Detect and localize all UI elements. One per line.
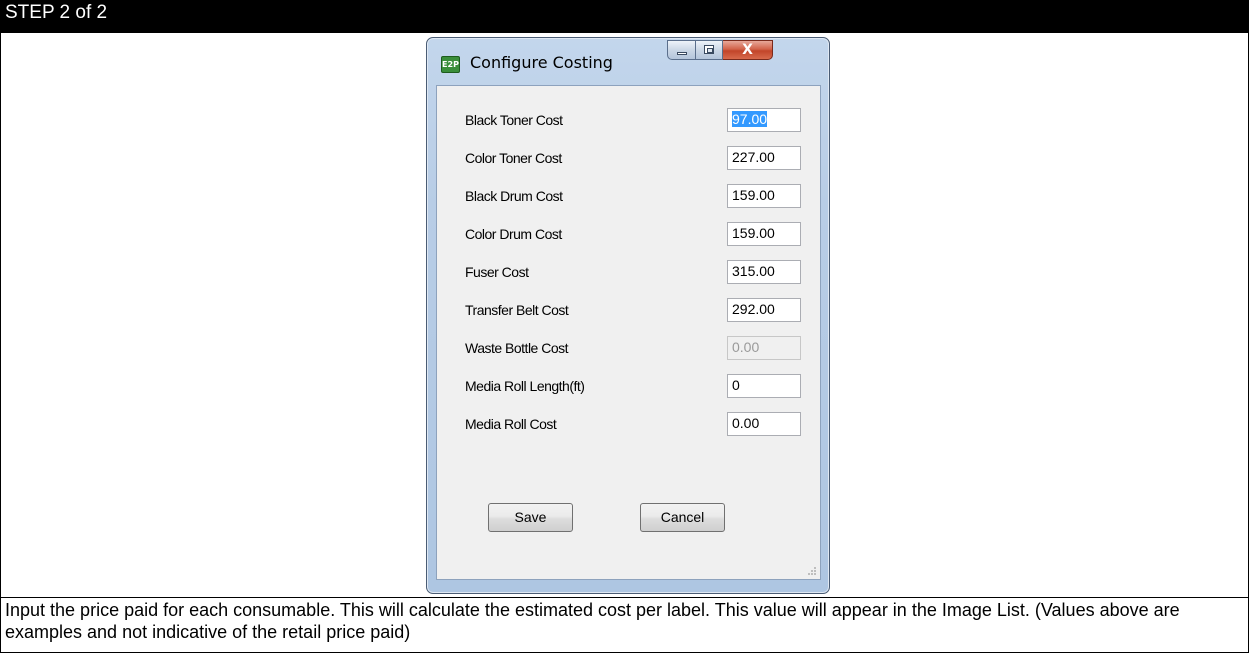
- label-media-roll-length: Media Roll Length(ft): [465, 378, 585, 394]
- resize-grip-icon[interactable]: [807, 566, 817, 576]
- minimize-icon: [677, 52, 687, 55]
- maximize-icon: [704, 45, 714, 54]
- instruction-caption: Input the price paid for each consumable…: [5, 600, 1180, 642]
- waste-bottle-cost-input: 0.00: [727, 336, 801, 360]
- label-media-roll-cost: Media Roll Cost: [465, 416, 557, 432]
- label-transfer-belt-cost: Transfer Belt Cost: [465, 302, 569, 318]
- label-black-drum-cost: Black Drum Cost: [465, 188, 563, 204]
- row-divider: [1, 597, 1249, 598]
- color-drum-cost-input[interactable]: 159.00: [727, 222, 801, 246]
- black-drum-cost-input[interactable]: 159.00: [727, 184, 801, 208]
- minimize-button[interactable]: [667, 40, 696, 60]
- close-icon: X: [742, 42, 753, 58]
- black-toner-cost-input[interactable]: 97.00: [727, 108, 801, 132]
- label-color-toner-cost: Color Toner Cost: [465, 150, 562, 166]
- media-roll-length-input[interactable]: 0: [727, 374, 801, 398]
- close-button[interactable]: X: [723, 40, 773, 60]
- label-waste-bottle-cost: Waste Bottle Cost: [465, 340, 569, 356]
- label-color-drum-cost: Color Drum Cost: [465, 226, 562, 242]
- selected-text: 97.00: [732, 111, 768, 127]
- save-button[interactable]: Save: [488, 503, 573, 532]
- window-title: Configure Costing: [470, 53, 613, 72]
- fuser-cost-input[interactable]: 315.00: [727, 260, 801, 284]
- media-roll-cost-input[interactable]: 0.00: [727, 412, 801, 436]
- document-table: STEP 2 of 2 E2P Configure Costing X Blac…: [0, 0, 1249, 653]
- app-icon: E2P: [441, 56, 460, 73]
- maximize-button[interactable]: [696, 40, 723, 60]
- dialog-body: Black Toner Cost 97.00 Color Toner Cost …: [436, 85, 821, 580]
- window-controls: X: [667, 40, 773, 60]
- step-header: STEP 2 of 2: [1, 1, 1249, 33]
- cancel-button[interactable]: Cancel: [640, 503, 725, 532]
- color-toner-cost-input[interactable]: 227.00: [727, 146, 801, 170]
- label-black-toner-cost: Black Toner Cost: [465, 112, 563, 128]
- configure-costing-window: E2P Configure Costing X Black Toner Cost…: [426, 37, 830, 594]
- transfer-belt-cost-input[interactable]: 292.00: [727, 298, 801, 322]
- label-fuser-cost: Fuser Cost: [465, 264, 529, 280]
